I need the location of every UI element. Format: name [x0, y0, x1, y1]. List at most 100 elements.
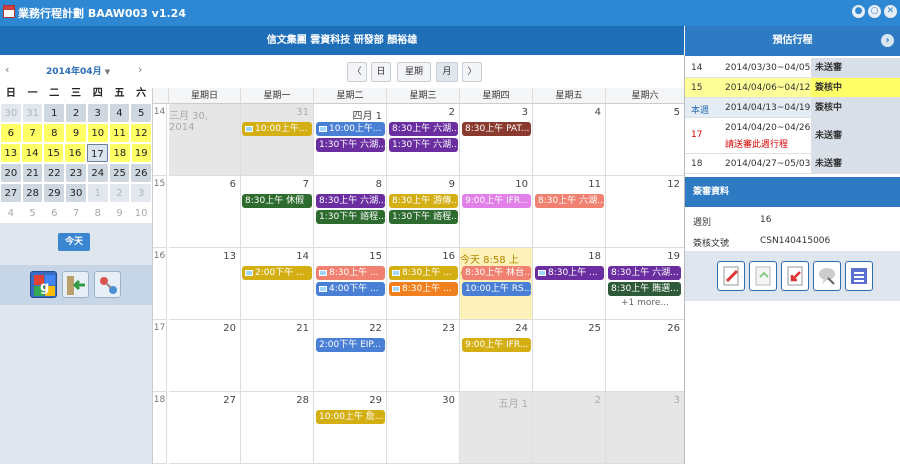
mini-day[interactable]: 1 [87, 184, 108, 202]
mini-day[interactable]: 13 [1, 144, 21, 162]
mini-day[interactable]: 31 [22, 104, 43, 122]
mini-prev-button[interactable]: ‹ [5, 63, 9, 76]
day-cell[interactable]: 4 [533, 104, 606, 176]
event-chip[interactable]: 8:30上午 ... [535, 266, 604, 280]
mini-day[interactable]: 22 [44, 164, 65, 182]
day-cell[interactable]: 18 [533, 248, 606, 320]
day-cell[interactable]: 6 [169, 176, 241, 248]
event-chip[interactable]: 8:30上午 ... [389, 266, 458, 280]
mini-day[interactable]: 30 [66, 184, 86, 202]
mini-day[interactable]: 8 [87, 204, 108, 222]
event-chip[interactable]: 10:00上午... [316, 122, 385, 136]
day-cell[interactable]: 12 [606, 176, 685, 248]
mini-day[interactable]: 18 [110, 144, 130, 162]
minimize-button[interactable]: ● [852, 5, 865, 18]
event-chip[interactable]: 2:00下午 ... [242, 266, 312, 280]
google-icon[interactable]: g [30, 271, 57, 298]
next-month-button[interactable]: 〉 [462, 62, 482, 82]
mini-day[interactable]: 2 [109, 184, 130, 202]
event-chip[interactable]: 1:30下午 六湖... [316, 138, 385, 152]
event-chip[interactable]: 8:30上午 ... [316, 266, 385, 280]
more-events-link[interactable]: +1 more... [621, 298, 669, 308]
submit-icon[interactable] [749, 261, 777, 291]
view-month-tab[interactable]: 月 [436, 62, 458, 82]
event-chip[interactable]: 1:30下午 諮程... [389, 210, 458, 224]
event-chip[interactable]: 8:30上午 ... [389, 282, 458, 296]
mini-day[interactable]: 20 [1, 164, 21, 182]
day-cell[interactable]: 28 [241, 392, 314, 464]
mini-day[interactable]: 27 [1, 184, 21, 202]
mini-next-button[interactable]: › [138, 63, 142, 76]
event-chip[interactable]: 10:00上午 詹... [316, 410, 385, 424]
event-chip[interactable]: 10:00上午... [242, 122, 312, 136]
mini-day[interactable]: 4 [1, 204, 21, 222]
day-cell[interactable]: 2 [533, 392, 606, 464]
day-cell[interactable]: 五月 1 [460, 392, 533, 464]
mini-day[interactable]: 25 [109, 164, 130, 182]
mini-day[interactable]: 7 [66, 204, 86, 222]
event-chip[interactable]: 8:30上午 賄選... [608, 282, 681, 296]
prev-month-button[interactable]: 〈 [347, 62, 367, 82]
event-chip[interactable]: 8:30上午 林台... [462, 266, 531, 280]
event-chip[interactable]: 8:30上午 六湖... [608, 266, 681, 280]
mini-day[interactable]: 5 [22, 204, 43, 222]
mini-day[interactable]: 4 [109, 104, 130, 122]
mini-day[interactable]: 11 [109, 124, 130, 142]
mini-day[interactable]: 9 [109, 204, 130, 222]
mini-day[interactable]: 14 [22, 144, 42, 162]
day-cell[interactable]: 10 [460, 176, 533, 248]
day-cell[interactable]: 22 [314, 320, 387, 392]
forecast-row[interactable]: 本週 2014/04/13~04/19 簽核中 [685, 98, 900, 118]
mini-month-select[interactable]: 2014年04月 ▼ [46, 64, 110, 77]
mini-day[interactable]: 28 [22, 184, 43, 202]
event-chip[interactable]: 9:00上午 IFR... [462, 194, 531, 208]
list-icon[interactable] [845, 261, 873, 291]
day-cell[interactable]: 三月 30, 2014 [169, 104, 241, 176]
mini-day[interactable]: 19 [131, 144, 151, 162]
forecast-row[interactable]: 18 2014/04/27~05/03 未送審 [685, 154, 900, 174]
day-cell[interactable]: 5 [606, 104, 685, 176]
day-cell[interactable]: 30 [387, 392, 460, 464]
comment-icon[interactable] [813, 261, 841, 291]
mini-day[interactable]: 30 [1, 104, 21, 122]
mini-day[interactable]: 7 [22, 124, 43, 142]
day-cell[interactable]: 3 [460, 104, 533, 176]
event-chip[interactable]: 8:30上午 游傳... [389, 194, 458, 208]
day-cell[interactable]: 23 [387, 320, 460, 392]
event-chip[interactable]: 10:00上午 RS... [462, 282, 531, 296]
day-cell[interactable]: 14 [241, 248, 314, 320]
forecast-row[interactable]: 15 2014/04/06~04/12 簽核中 [685, 78, 900, 98]
day-cell[interactable]: 7 [241, 176, 314, 248]
forecast-go-icon[interactable]: › [881, 34, 894, 47]
mini-day[interactable]: 3 [131, 184, 152, 202]
mini-day[interactable]: 9 [66, 124, 86, 142]
day-cell[interactable]: 20 [169, 320, 241, 392]
day-cell[interactable]: 31 [241, 104, 314, 176]
event-chip[interactable]: 9:00上午 IFR... [462, 338, 531, 352]
today-button[interactable]: 今天 [58, 233, 90, 251]
mini-day[interactable]: 26 [131, 164, 152, 182]
mini-day[interactable]: 16 [65, 144, 85, 162]
event-chip[interactable]: 8:30上午 休假 [242, 194, 312, 208]
day-cell[interactable]: 13 [169, 248, 241, 320]
event-chip[interactable]: 8:30上午 六湖... [316, 194, 385, 208]
mini-day[interactable]: 12 [131, 124, 152, 142]
event-chip[interactable]: 1:30下午 六湖... [389, 138, 458, 152]
forecast-row[interactable]: 14 2014/03/30~04/05 未送審 [685, 58, 900, 78]
mini-day[interactable]: 1 [44, 104, 65, 122]
day-cell[interactable]: 25 [533, 320, 606, 392]
day-cell[interactable]: 26 [606, 320, 685, 392]
mini-day[interactable]: 6 [1, 124, 21, 142]
mini-day[interactable]: 10 [131, 204, 152, 222]
view-day-tab[interactable]: 日 [371, 62, 391, 82]
mini-day[interactable]: 10 [87, 124, 108, 142]
event-chip[interactable]: 8:30上午 PAT... [462, 122, 531, 136]
mini-day[interactable]: 24 [87, 164, 108, 182]
event-chip[interactable]: 4:00下午 ... [316, 282, 385, 296]
event-chip[interactable]: 8:30上午 六湖... [389, 122, 458, 136]
edit-doc-icon[interactable] [717, 261, 745, 291]
mini-day[interactable]: 8 [44, 124, 65, 142]
event-chip[interactable]: 1:30下午 諮程... [316, 210, 385, 224]
day-cell[interactable]: 24 [460, 320, 533, 392]
mini-day[interactable]: 21 [22, 164, 43, 182]
